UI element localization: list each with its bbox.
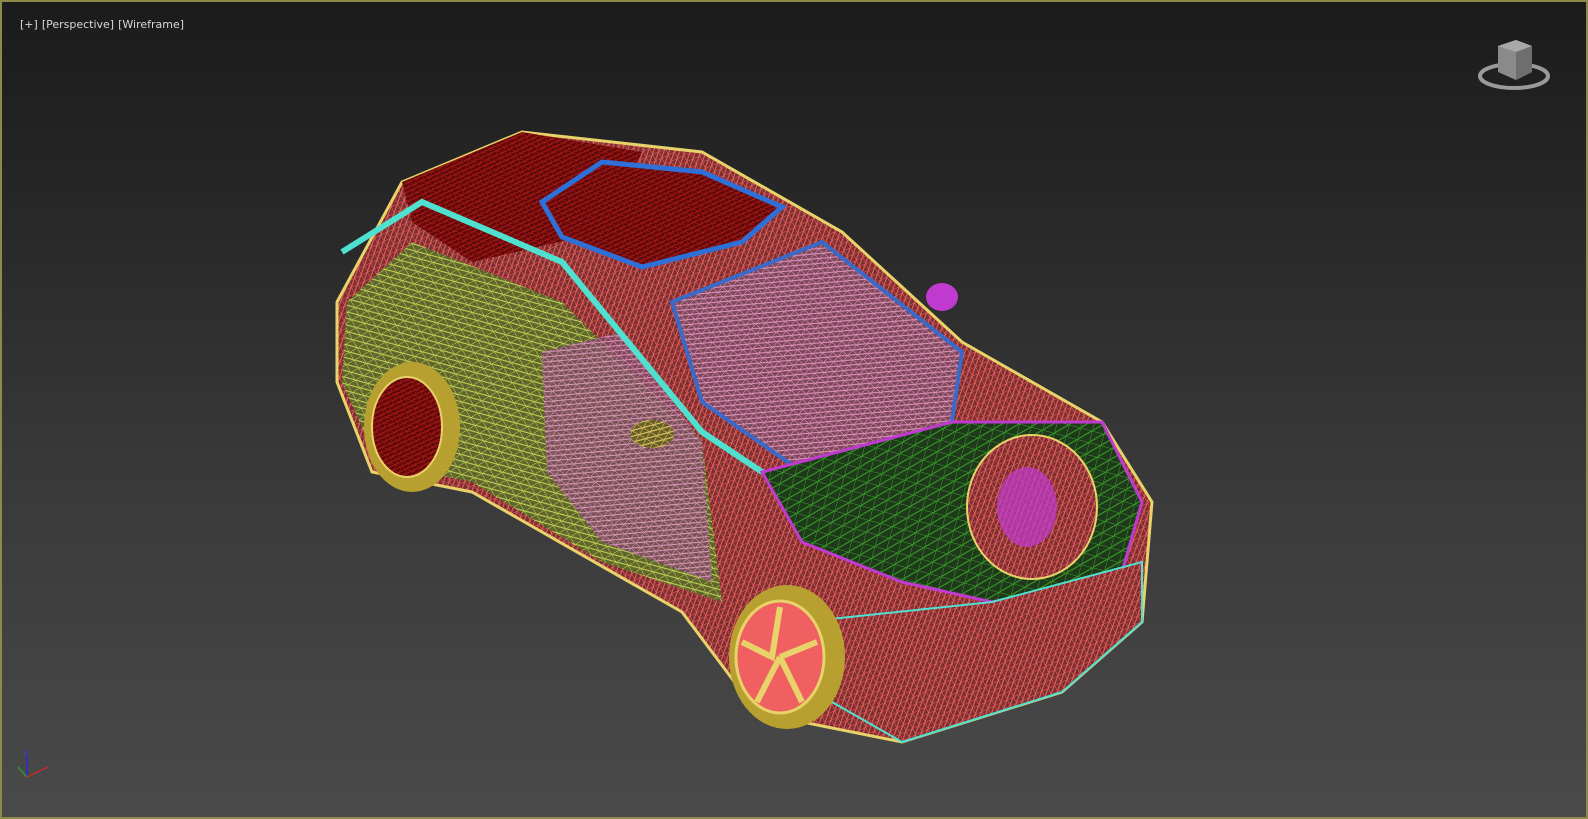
viewport-general-menu[interactable]: [+] [20,18,38,31]
axis-tripod-icon: z [17,748,49,778]
front-wheel [729,585,845,729]
z-axis-label: z [24,748,28,757]
spare-wheel [966,434,1098,580]
viewport-shading-menu[interactable]: [Wireframe] [118,18,184,31]
viewport-point-of-view-menu[interactable]: [Perspective] [42,18,114,31]
viewcube-icon[interactable] [1476,32,1552,96]
perspective-viewport[interactable]: [+] [Perspective] [Wireframe] z [0,0,1588,819]
mirror [926,283,958,311]
viewport-label-menu: [+] [Perspective] [Wireframe] [6,5,188,44]
side-mirror [630,420,674,448]
car-wireframe-model[interactable] [2,2,1586,817]
rear-wheel [364,362,460,492]
